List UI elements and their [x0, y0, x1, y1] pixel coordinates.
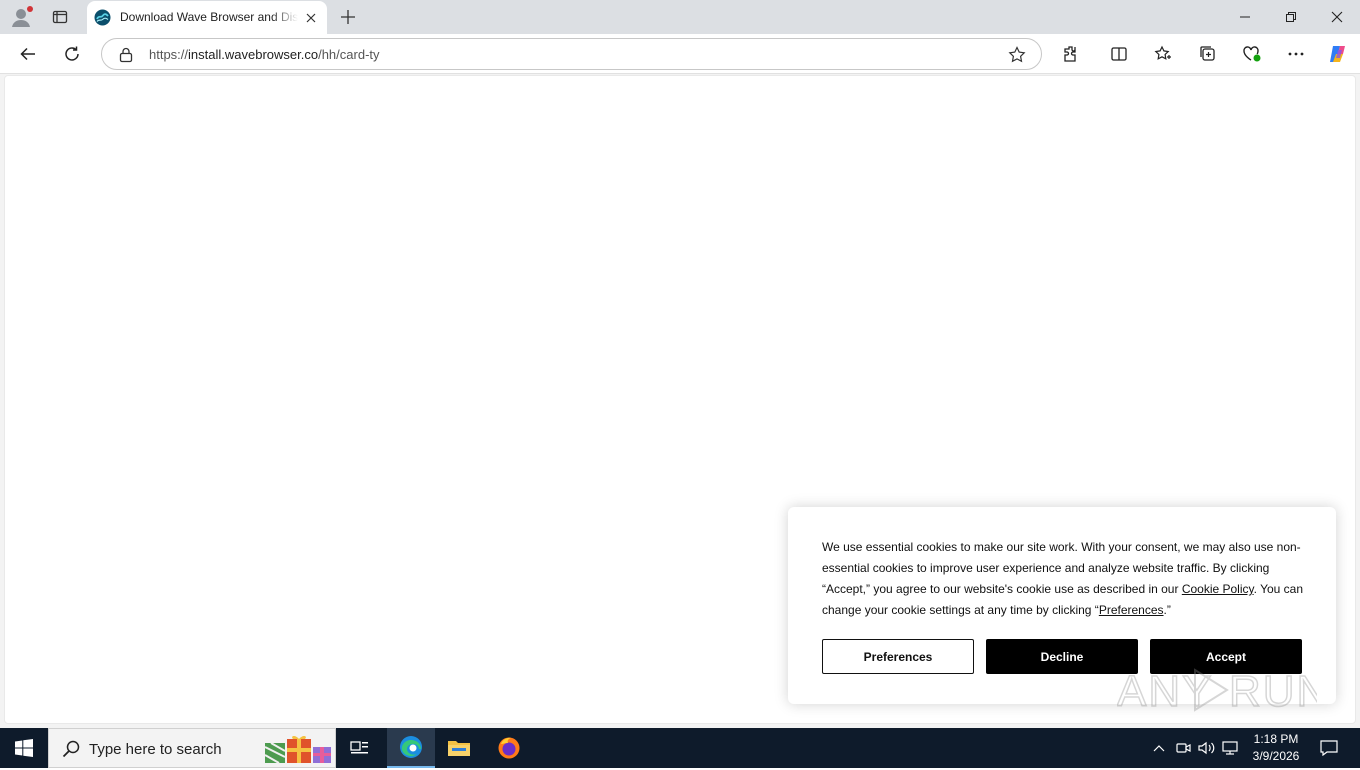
- cookie-policy-link[interactable]: Cookie Policy: [1182, 582, 1254, 596]
- network-icon[interactable]: [1220, 728, 1242, 768]
- taskbar-search[interactable]: Type here to search: [48, 728, 336, 768]
- address-url[interactable]: https://install.wavebrowser.co/hh/card-t…: [149, 47, 380, 62]
- tab-title: Download Wave Browser and Discover a bet…: [120, 10, 298, 24]
- notifications-icon[interactable]: [1314, 728, 1344, 768]
- show-hidden-icons-icon[interactable]: [1148, 728, 1170, 768]
- url-path: /hh/card-ty: [318, 47, 380, 62]
- url-scheme: https://: [149, 47, 189, 62]
- search-placeholder: Type here to search: [89, 741, 222, 758]
- favorites-icon[interactable]: [1148, 39, 1178, 69]
- extensions-icon[interactable]: [1056, 39, 1086, 69]
- search-icon: [61, 739, 81, 759]
- favorite-star-icon[interactable]: [1006, 44, 1028, 66]
- new-tab-icon[interactable]: [336, 5, 360, 29]
- tab-close-icon[interactable]: [300, 7, 322, 29]
- firefox-icon[interactable]: [485, 728, 533, 768]
- edge-taskbar-icon[interactable]: [387, 728, 435, 768]
- browser-toolbar: https://install.wavebrowser.co/hh/card-t…: [0, 34, 1360, 74]
- close-window-icon[interactable]: [1314, 0, 1360, 34]
- tab-active[interactable]: Download Wave Browser and Discover a bet…: [87, 1, 327, 34]
- file-explorer-icon[interactable]: [435, 728, 483, 768]
- clock-date: 3/9/2026: [1252, 749, 1300, 763]
- url-host: install.wavebrowser.co: [188, 47, 319, 62]
- browser-essentials-icon[interactable]: [1237, 39, 1267, 69]
- cookie-text-3: .”: [1163, 603, 1171, 617]
- clock-time: 1:18 PM: [1253, 732, 1299, 746]
- decline-button[interactable]: Decline: [986, 639, 1138, 674]
- back-icon[interactable]: [13, 39, 43, 69]
- anyrun-watermark: ANY RUN: [1116, 660, 1329, 720]
- collections-icon[interactable]: [1193, 39, 1223, 69]
- lock-icon[interactable]: [117, 46, 135, 64]
- preferences-link[interactable]: Preferences: [1099, 603, 1164, 617]
- more-menu-icon[interactable]: [1281, 39, 1311, 69]
- profile-avatar-icon[interactable]: [8, 5, 34, 29]
- refresh-icon[interactable]: [57, 39, 87, 69]
- taskbar: Type here to search 1:18 PM 3/9/2026: [0, 728, 1360, 768]
- tab-strip: Download Wave Browser and Discover a bet…: [0, 0, 1360, 34]
- cookie-banner-text: We use essential cookies to make our sit…: [822, 537, 1306, 621]
- windows-start-icon[interactable]: [0, 728, 48, 768]
- restore-icon[interactable]: [1268, 0, 1314, 34]
- meet-now-icon[interactable]: [1173, 728, 1195, 768]
- task-view-icon[interactable]: [336, 728, 384, 768]
- gifts-icon: [263, 733, 333, 765]
- wave-favicon-icon: [94, 9, 111, 26]
- split-screen-icon[interactable]: [1104, 39, 1134, 69]
- taskbar-clock[interactable]: 1:18 PM 3/9/2026: [1246, 731, 1306, 765]
- address-bar[interactable]: https://install.wavebrowser.co/hh/card-t…: [101, 38, 1042, 70]
- svg-text:RUN: RUN: [1229, 667, 1317, 716]
- volume-icon[interactable]: [1196, 728, 1218, 768]
- copilot-icon[interactable]: [1323, 39, 1353, 69]
- minimize-icon[interactable]: [1222, 0, 1268, 34]
- preferences-button[interactable]: Preferences: [822, 639, 974, 674]
- tab-actions-icon[interactable]: [46, 5, 74, 29]
